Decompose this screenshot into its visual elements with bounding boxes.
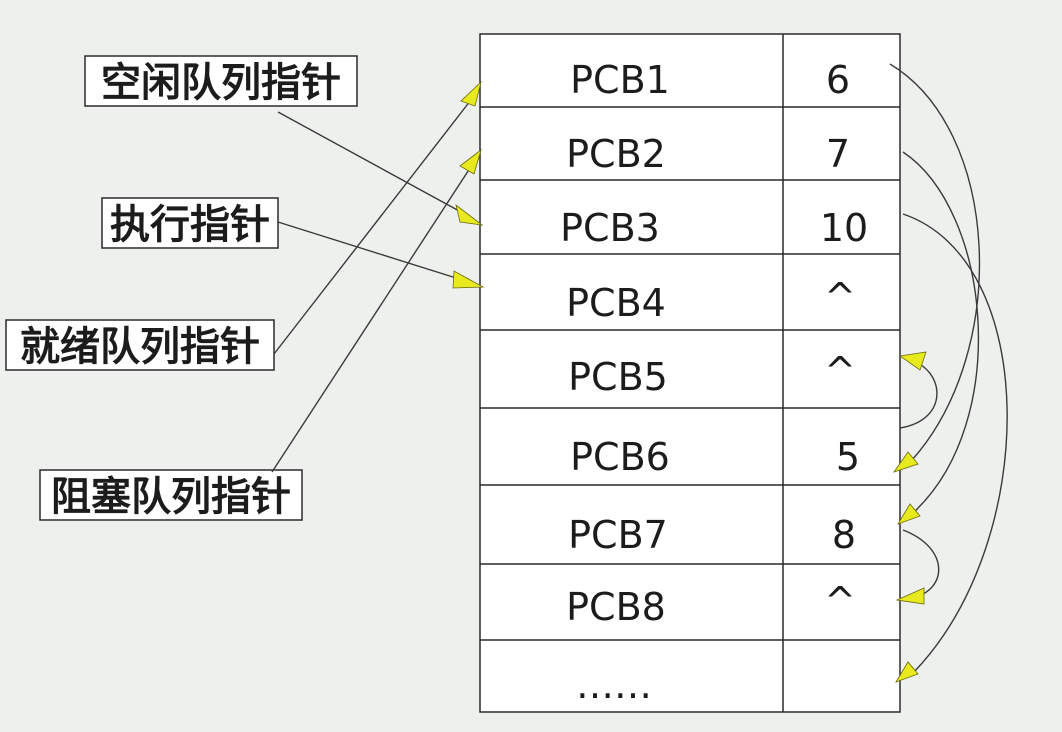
ready-queue-pointer-label: 就绪队列指针 [5, 319, 275, 371]
pcb-next-cell: ^ [824, 349, 856, 393]
pcb-name-cell: PCB6 [570, 435, 670, 479]
blocked-queue-pointer-arrowhead [459, 148, 482, 175]
link-arrows [889, 63, 1008, 683]
pcb-next-cell: 8 [832, 513, 856, 557]
pcb-name-cell: PCB1 [570, 58, 670, 102]
link-pcb6-to-pcb5 [899, 359, 938, 429]
exec-pointer-arrow [277, 221, 473, 284]
pcb-linked-list-diagram: PCB1 PCB2 PCB3 PCB4 PCB5 PCB6 PCB7 PCB8 … [5, 33, 1008, 713]
pcb-name-cell: PCB8 [566, 585, 666, 629]
pcb-name-cell: PCB4 [566, 281, 666, 325]
pcb-next-cell: ^ [824, 579, 856, 623]
exec-pointer-label: 执行指针 [101, 197, 279, 249]
pcb-next-cell: 7 [826, 132, 850, 176]
pcb-next-cell: 5 [836, 435, 860, 479]
free-queue-pointer-text: 空闲队列指针 [101, 60, 341, 106]
link-pcb6-to-pcb5-arrowhead [898, 351, 927, 371]
pointer-arrows [271, 80, 485, 473]
link-pcb2-to-pcb7-arrowhead [897, 503, 921, 525]
ready-queue-pointer-text: 就绪队列指针 [20, 324, 260, 370]
pcb-name-cell: PCB5 [568, 355, 668, 399]
exec-pointer-arrowhead [452, 270, 485, 289]
pcb-next-cell: 6 [826, 58, 850, 102]
pcb-name-cell: PCB7 [568, 513, 668, 557]
blocked-queue-pointer-label: 阻塞队列指针 [39, 469, 303, 521]
free-queue-pointer-arrowhead [455, 203, 484, 226]
pcb-next-cell: ^ [824, 275, 856, 319]
blocked-queue-pointer-text: 阻塞队列指针 [51, 474, 291, 520]
free-queue-pointer-arrow [277, 111, 473, 219]
pcb-name-cell: …… [576, 663, 652, 707]
free-queue-pointer-label: 空闲队列指针 [84, 55, 358, 107]
exec-pointer-text: 执行指针 [110, 202, 270, 248]
ready-queue-pointer-arrowhead [460, 80, 482, 107]
pcb-next-cell: 10 [820, 206, 868, 250]
pcb-name-cell: PCB2 [566, 132, 666, 176]
link-pcb7-to-pcb8 [902, 529, 940, 599]
pcb-table: PCB1 PCB2 PCB3 PCB4 PCB5 PCB6 PCB7 PCB8 … [479, 33, 901, 713]
pcb-name-cell: PCB3 [560, 206, 660, 250]
link-pcb7-to-pcb8-arrowhead [895, 587, 925, 605]
